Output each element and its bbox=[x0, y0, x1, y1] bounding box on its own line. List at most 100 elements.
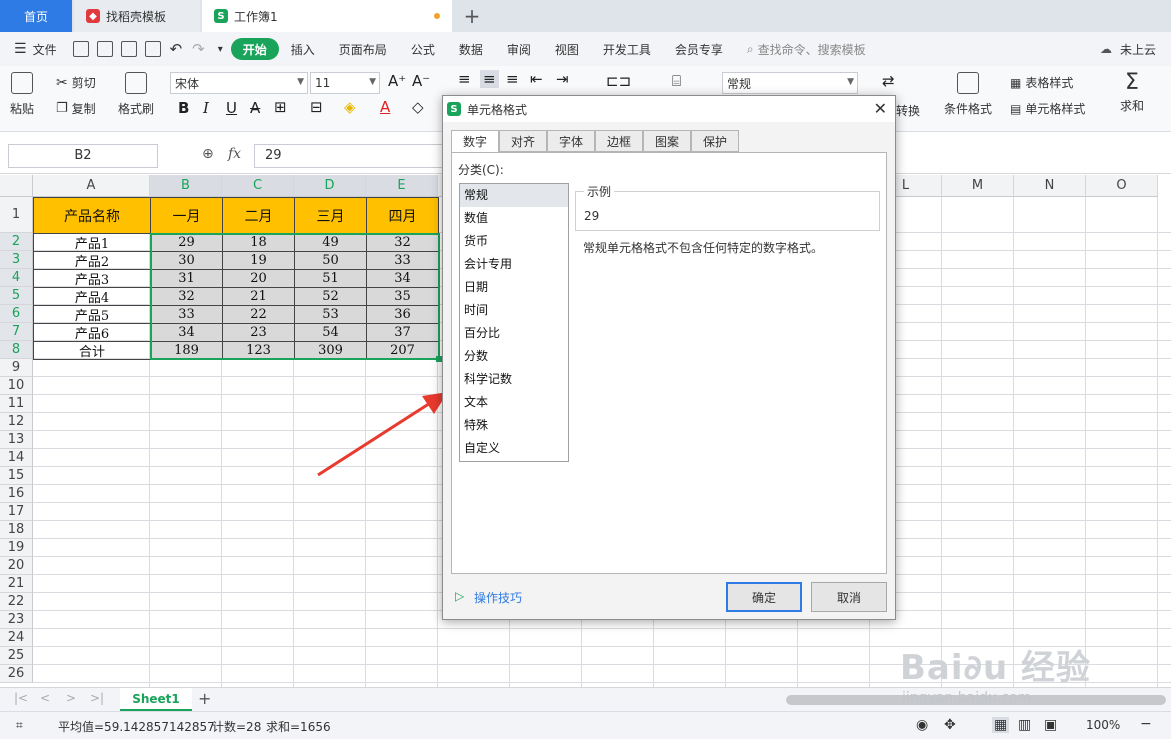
menu-member[interactable]: 会员专享 bbox=[663, 38, 735, 60]
row-header[interactable]: 1 bbox=[0, 197, 33, 233]
zoom-level[interactable]: 100% bbox=[1086, 718, 1120, 732]
tab-pattern[interactable]: 图案 bbox=[643, 130, 691, 152]
indent-decrease-icon[interactable]: ⇤ bbox=[530, 70, 543, 88]
column-header[interactable]: N bbox=[1014, 175, 1086, 197]
column-header[interactable]: D bbox=[294, 175, 366, 197]
row-header[interactable]: 11 bbox=[0, 395, 33, 413]
new-tab-plus-icon[interactable]: + bbox=[460, 0, 484, 32]
merge-icon[interactable]: ⊟ bbox=[310, 98, 323, 116]
column-header[interactable]: M bbox=[942, 175, 1014, 197]
row-header[interactable]: 5 bbox=[0, 287, 33, 305]
conditional-format-button[interactable]: 条件格式 bbox=[944, 72, 992, 117]
row-header[interactable]: 4 bbox=[0, 269, 33, 287]
row-header[interactable]: 2 bbox=[0, 233, 33, 251]
menu-data[interactable]: 数据 bbox=[447, 38, 495, 60]
tab-number[interactable]: 数字 bbox=[451, 130, 499, 153]
menu-review[interactable]: 审阅 bbox=[495, 38, 543, 60]
indent-increase-icon[interactable]: ⇥ bbox=[556, 70, 569, 88]
font-grow-icon[interactable]: A⁺ bbox=[388, 72, 406, 90]
strikethrough-icon[interactable]: A bbox=[250, 99, 260, 117]
bold-icon[interactable]: B bbox=[178, 99, 189, 117]
font-color-icon[interactable]: A bbox=[380, 98, 390, 116]
formula-input[interactable]: 29 bbox=[254, 144, 444, 168]
table-cell[interactable]: 二月 bbox=[222, 197, 295, 234]
table-cell[interactable]: 产品6 bbox=[33, 323, 151, 342]
row-header[interactable]: 20 bbox=[0, 557, 33, 575]
table-cell[interactable]: 产品4 bbox=[33, 287, 151, 306]
print-preview-icon[interactable] bbox=[144, 41, 161, 57]
category-item[interactable]: 时间 bbox=[460, 299, 568, 322]
table-cell[interactable]: 产品5 bbox=[33, 305, 151, 324]
macro-icon[interactable]: ⌗ bbox=[16, 718, 23, 733]
column-header[interactable]: C bbox=[222, 175, 294, 197]
row-header[interactable]: 13 bbox=[0, 431, 33, 449]
underline-icon[interactable]: U bbox=[226, 99, 237, 117]
category-item[interactable]: 百分比 bbox=[460, 322, 568, 345]
menu-insert[interactable]: 插入 bbox=[279, 38, 327, 60]
row-header[interactable]: 7 bbox=[0, 323, 33, 341]
column-header[interactable]: O bbox=[1086, 175, 1158, 197]
tips-play-icon[interactable]: ▷ bbox=[455, 589, 464, 603]
column-header[interactable]: B bbox=[150, 175, 222, 197]
normal-view-icon[interactable]: ▦ bbox=[992, 717, 1010, 733]
quick-access-dropdown-icon[interactable]: ▾ bbox=[218, 44, 223, 55]
wrap-icon[interactable]: ⊏⊐ bbox=[606, 72, 631, 90]
cloud-status[interactable]: 未上云 bbox=[1120, 41, 1156, 58]
category-item[interactable]: 货币 bbox=[460, 230, 568, 253]
align-top-icon[interactable]: ≡ bbox=[458, 70, 471, 88]
convert-icon[interactable]: ⇄ bbox=[882, 72, 895, 90]
ok-button[interactable]: 确定 bbox=[726, 582, 802, 612]
last-sheet-icon[interactable]: >| bbox=[90, 691, 104, 705]
row-header[interactable]: 3 bbox=[0, 251, 33, 269]
table-cell[interactable]: 合计 bbox=[33, 341, 151, 360]
table-style-button[interactable]: ▦ 表格样式 bbox=[1010, 74, 1073, 91]
row-header[interactable]: 25 bbox=[0, 647, 33, 665]
table-cell[interactable]: 产品1 bbox=[33, 233, 151, 252]
table-cell[interactable]: 产品3 bbox=[33, 269, 151, 288]
row-header[interactable]: 15 bbox=[0, 467, 33, 485]
row-header[interactable]: 24 bbox=[0, 629, 33, 647]
redo-icon[interactable]: ↷ bbox=[192, 40, 205, 58]
row-header[interactable]: 10 bbox=[0, 377, 33, 395]
row-header[interactable]: 17 bbox=[0, 503, 33, 521]
category-item[interactable]: 分数 bbox=[460, 345, 568, 368]
table-cell[interactable]: 三月 bbox=[294, 197, 367, 234]
menu-developer[interactable]: 开发工具 bbox=[591, 38, 663, 60]
category-item[interactable]: 会计专用 bbox=[460, 253, 568, 276]
row-header[interactable]: 16 bbox=[0, 485, 33, 503]
tab-font[interactable]: 字体 bbox=[547, 130, 595, 152]
zoom-out-icon[interactable]: − bbox=[1140, 716, 1152, 732]
reading-mode-icon[interactable]: ✥ bbox=[944, 717, 956, 733]
hamburger-icon[interactable]: ☰ bbox=[14, 41, 27, 57]
row-header[interactable]: 14 bbox=[0, 449, 33, 467]
sum-button[interactable]: Σ 求和 bbox=[1120, 70, 1144, 114]
align-middle-icon[interactable]: ≡ bbox=[480, 70, 499, 88]
format-painter-button[interactable]: 格式刷 bbox=[118, 72, 154, 117]
cell-style-button[interactable]: ▤ 单元格样式 bbox=[1010, 100, 1085, 117]
row-header[interactable]: 6 bbox=[0, 305, 33, 323]
fill-color-icon[interactable]: ◈ bbox=[344, 98, 356, 116]
category-item[interactable]: 自定义 bbox=[460, 437, 568, 460]
prev-sheet-icon[interactable]: < bbox=[40, 691, 50, 705]
clear-format-icon[interactable]: ◇ bbox=[412, 98, 424, 116]
menu-home[interactable]: 开始 bbox=[230, 38, 279, 60]
menu-file[interactable]: 文件 bbox=[27, 38, 69, 60]
convert-button[interactable]: 转换 bbox=[896, 102, 920, 119]
fx-icon[interactable]: fx bbox=[228, 146, 241, 162]
category-list[interactable]: 常规 数值 货币 会计专用 日期 时间 百分比 分数 科学记数 文本 特殊 自定义 bbox=[459, 183, 569, 462]
row-header[interactable]: 8 bbox=[0, 341, 33, 359]
row-header[interactable]: 22 bbox=[0, 593, 33, 611]
row-header[interactable]: 19 bbox=[0, 539, 33, 557]
column-header[interactable]: A bbox=[33, 175, 150, 197]
tab-alignment[interactable]: 对齐 bbox=[499, 130, 547, 152]
export-icon[interactable] bbox=[96, 41, 113, 57]
tab-template[interactable]: ◆ 找稻壳模板 bbox=[74, 0, 200, 32]
cancel-button[interactable]: 取消 bbox=[811, 582, 887, 612]
menu-view[interactable]: 视图 bbox=[543, 38, 591, 60]
eye-protect-icon[interactable]: ◉ bbox=[916, 717, 928, 733]
print-icon[interactable] bbox=[120, 41, 137, 57]
close-icon[interactable]: ✕ bbox=[874, 99, 887, 118]
row-header[interactable]: 18 bbox=[0, 521, 33, 539]
font-shrink-icon[interactable]: A⁻ bbox=[412, 72, 430, 90]
column-header[interactable]: E bbox=[366, 175, 438, 197]
